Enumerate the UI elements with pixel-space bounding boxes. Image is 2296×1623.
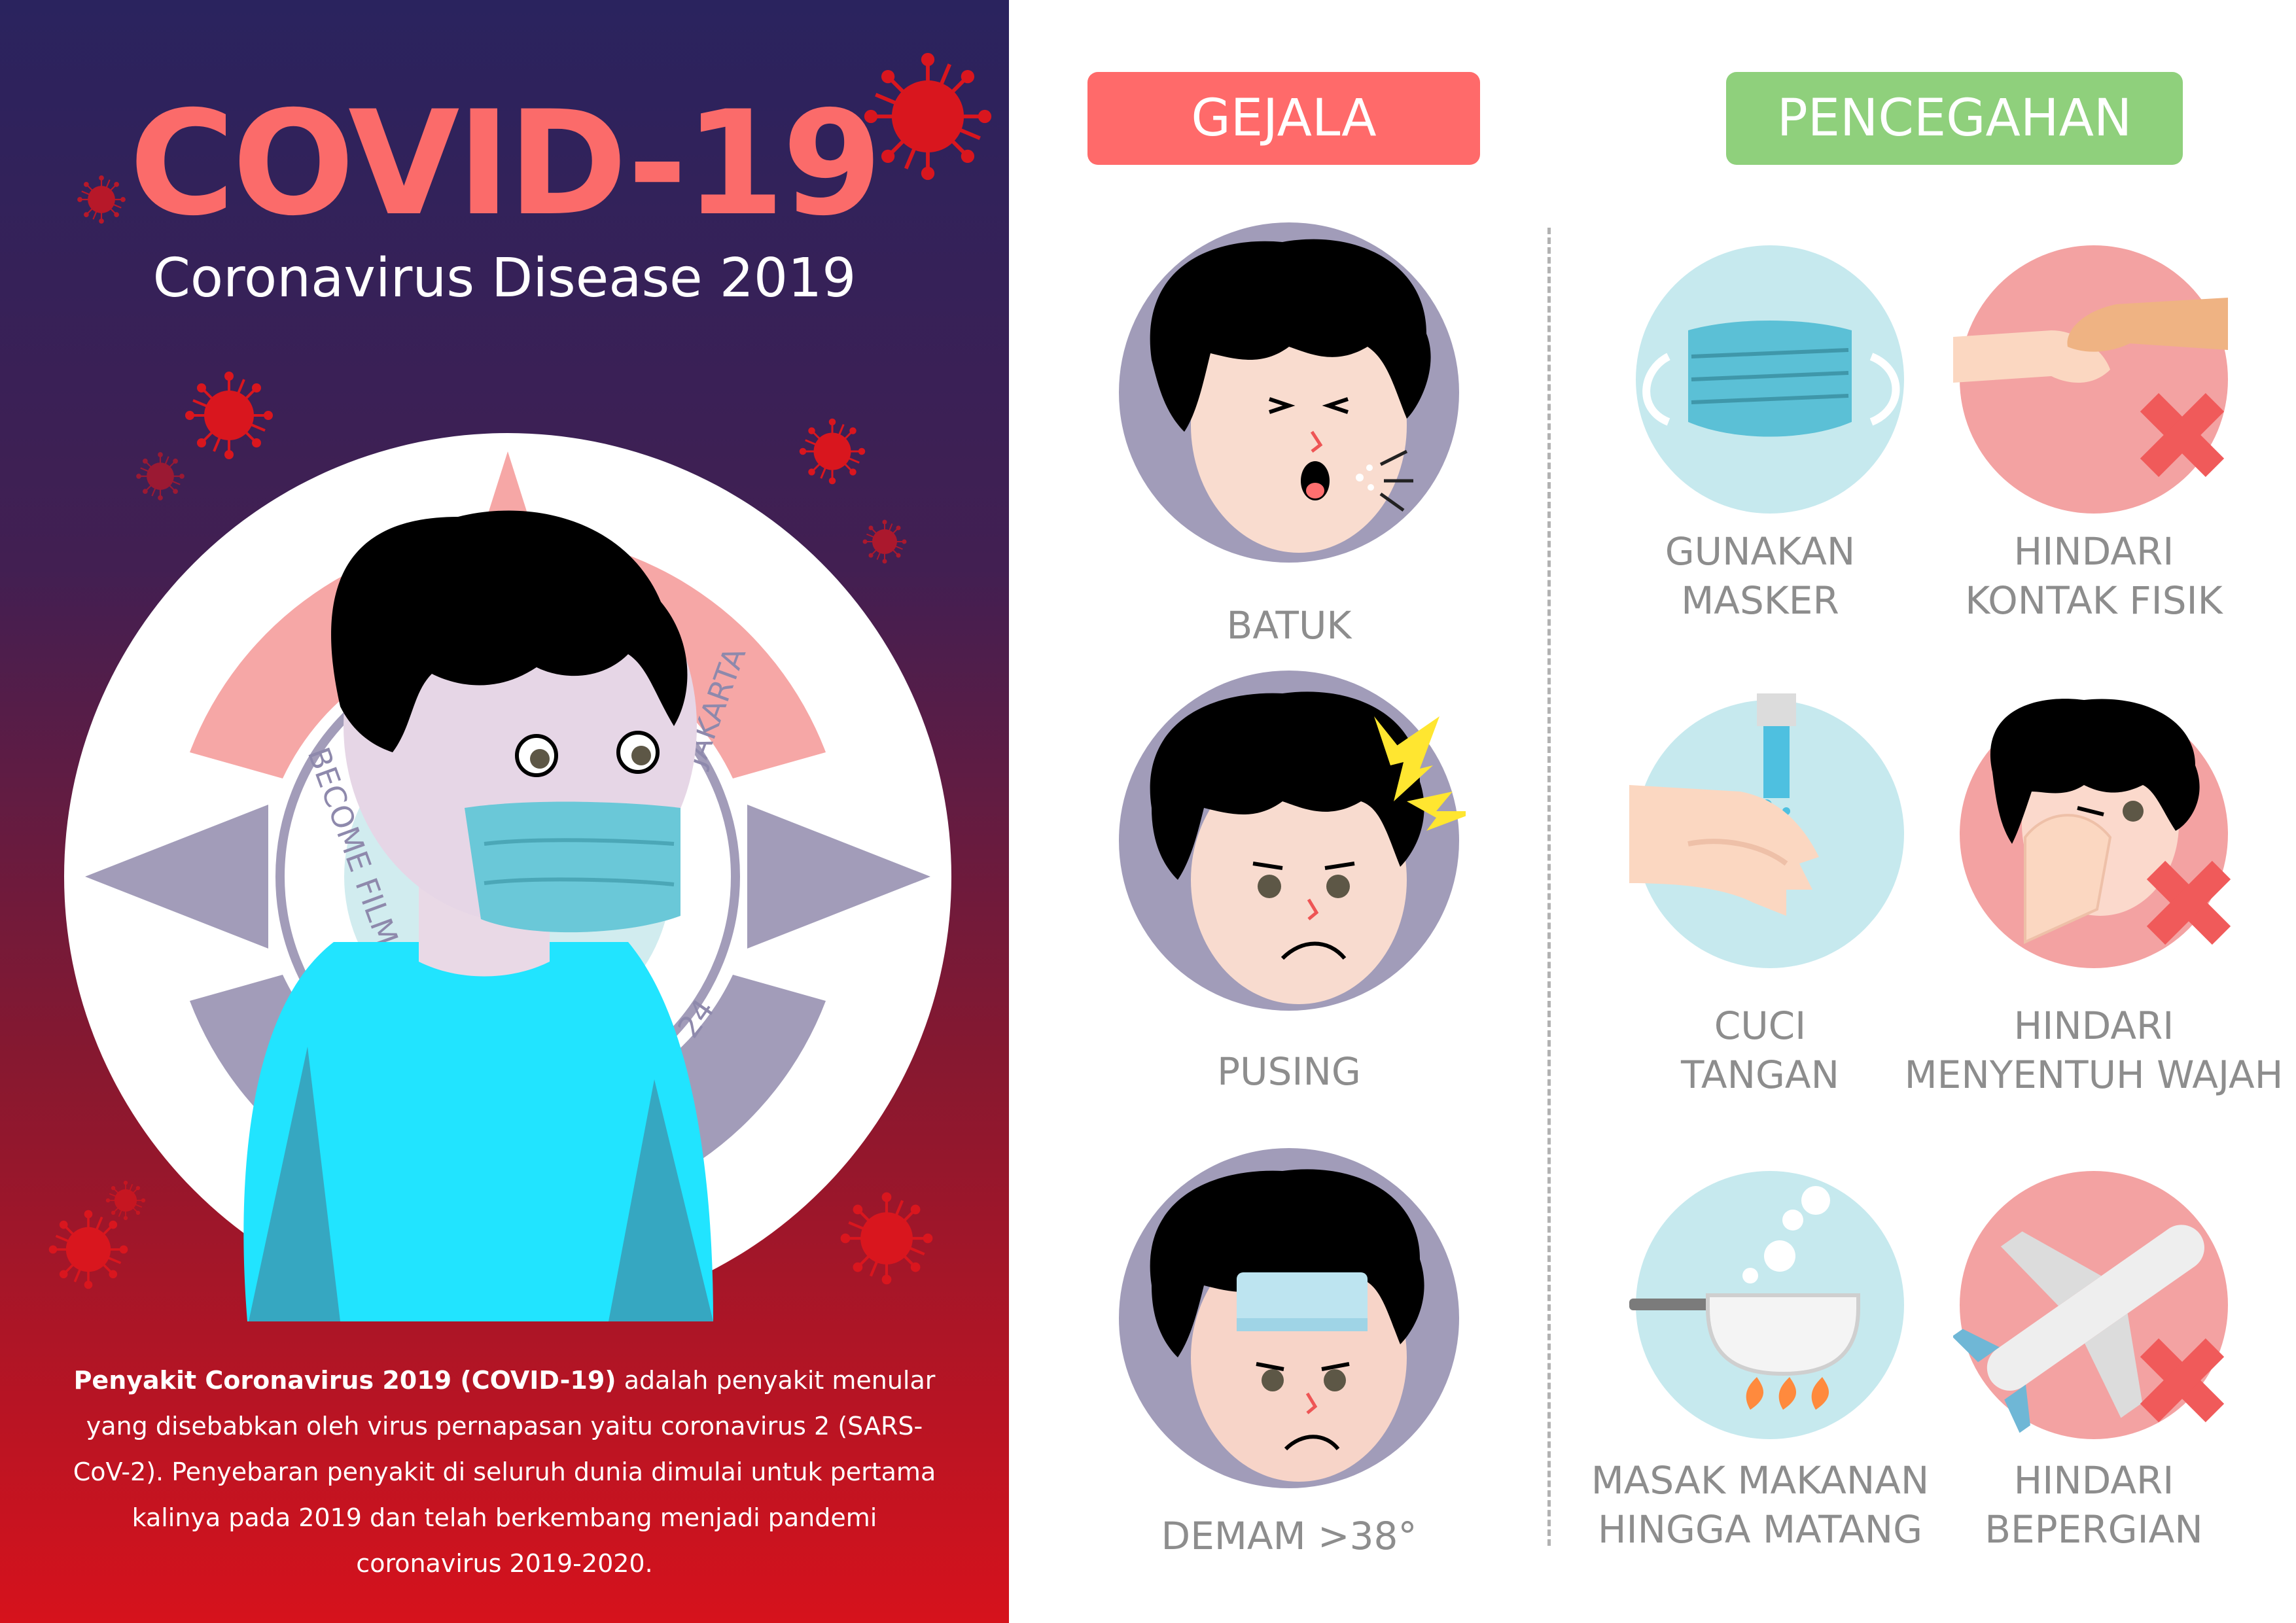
symptom-label-cough: BATUK	[1226, 603, 1352, 648]
page-subtitle: Coronavirus Disease 2019	[152, 247, 857, 309]
description-bold: Penyakit Coronavirus 2019 (COVID-19)	[73, 1366, 616, 1395]
symptoms-header: GEJALA	[1087, 72, 1480, 165]
mask-icon	[1636, 245, 1904, 514]
section-divider	[1547, 228, 1551, 1546]
symptom-label-dizzy: PUSING	[1217, 1049, 1361, 1094]
prevention-6-line1: HINDARI	[2013, 1458, 2174, 1503]
headache-icon	[1119, 671, 1466, 1011]
prevention-2-line2: KONTAK FISIK	[1965, 578, 2223, 623]
virus-icon	[798, 417, 866, 485]
wash-hands-icon	[1629, 693, 1904, 968]
touch-face-crossed-icon	[1960, 699, 2231, 968]
poster-description: Penyakit Coronavirus 2019 (COVID-19) ada…	[59, 1357, 950, 1586]
virus-icon	[47, 1208, 130, 1291]
prevention-header: PENCEGAHAN	[1726, 72, 2183, 165]
cook-food-icon	[1629, 1171, 1904, 1439]
airplane-crossed-icon	[1953, 1171, 2228, 1439]
virus-icon	[841, 1193, 933, 1285]
prevention-2-line1: HINDARI	[2013, 529, 2174, 574]
prevention-4-line1: HINDARI	[2013, 1003, 2174, 1048]
prevention-3-line2: TANGAN	[1681, 1053, 1839, 1097]
poster-panel: BECOME FILMS JAKARTA 24 COVID-19 Coronav…	[0, 0, 1009, 1623]
virus-icon	[862, 519, 908, 565]
description-text: adalah penyakit menular yang disebabkan …	[73, 1366, 936, 1578]
handshake-crossed-icon	[1953, 245, 2228, 514]
prevention-5-line2: HINGGA MATANG	[1597, 1507, 1923, 1552]
prevention-1-line2: MASKER	[1681, 578, 1839, 623]
prevention-6-line2: BEPERGIAN	[1985, 1507, 2203, 1552]
symptom-label-fever: DEMAM >38°	[1161, 1514, 1417, 1558]
prevention-3-line1: CUCI	[1714, 1003, 1807, 1048]
cough-icon	[1119, 222, 1459, 563]
page-title: COVID-19	[129, 80, 883, 247]
prevention-1-line1: GUNAKAN	[1665, 529, 1856, 574]
fever-icon	[1119, 1148, 1459, 1488]
virus-icon	[105, 1179, 147, 1221]
prevention-4-line2: MENYENTUH WAJAH	[1904, 1053, 2284, 1097]
virus-icon	[184, 370, 274, 461]
prevention-5-line1: MASAK MAKANAN	[1591, 1458, 1930, 1503]
virus-icon	[135, 451, 185, 501]
